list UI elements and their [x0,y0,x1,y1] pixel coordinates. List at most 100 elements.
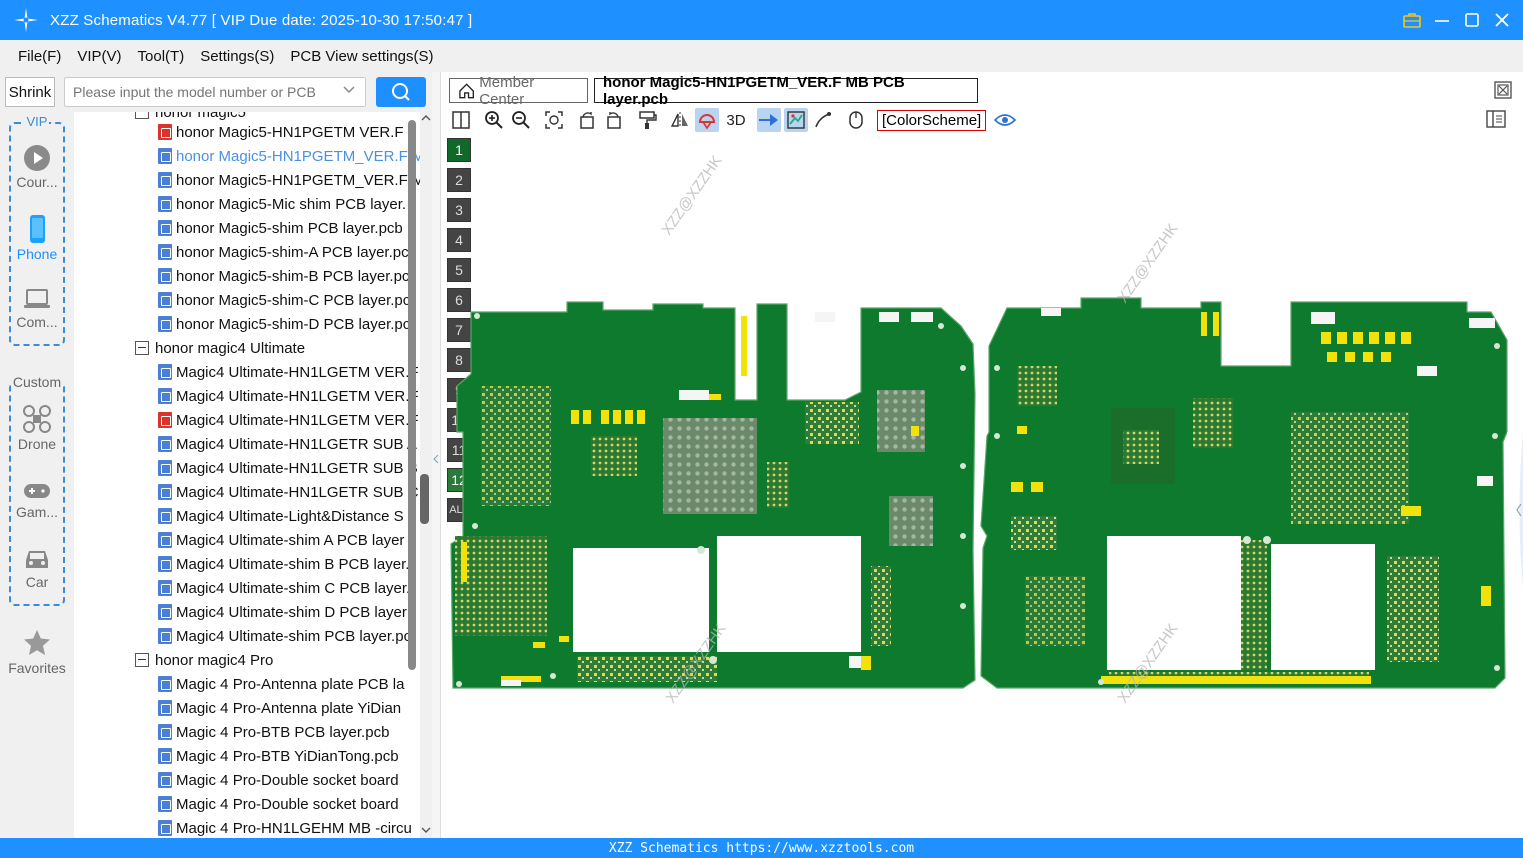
tree-item-pcb[interactable]: Magic4 Ultimate-HN1LGETR SUB A [158,432,417,456]
car-icon [26,551,48,568]
rotate-right-icon[interactable] [602,108,626,132]
search-input[interactable] [65,78,330,106]
category-games[interactable]: Gam... [0,480,74,520]
tree-item-label: honor magic4 Ultimate [155,339,306,357]
tab-active-pcb[interactable]: honor Magic5-HN1PGETM_VER.F MB PCB layer… [594,74,978,108]
tree-item-pcb[interactable]: Magic4 Ultimate-HN1LGETM VER.F [158,384,419,408]
tree-item-pcb[interactable]: honor Magic5-Mic shim PCB layer. [158,192,406,216]
tab-member-center[interactable]: Member Center [449,74,588,108]
menu-vip[interactable]: VIP(V) [77,48,121,65]
tree-item-pcb[interactable]: Magic 4 Pro-BTB PCB layer.pcb [158,720,389,744]
eye-icon[interactable] [993,108,1017,132]
tree-scrollbar-thumb[interactable] [420,474,429,524]
collapse-icon[interactable] [135,653,149,667]
menu-file[interactable]: File(F) [18,48,61,65]
tree-item-pcb[interactable]: Magic4 Ultimate-shim C PCB layer. [158,576,410,600]
title-bar: XZZ Schematics V4.77 [ VIP Due date: 202… [0,0,1523,40]
tree-item-pcb[interactable]: honor Magic5-shim PCB layer.pcb [158,216,403,240]
tree-scrollbar-track[interactable] [420,112,432,838]
category-favorites[interactable]: Favorites [0,628,74,676]
scroll-up-icon[interactable] [421,114,431,122]
tree-item-label: Magic4 Ultimate-shim C PCB layer. [176,579,411,597]
zoom-in-icon[interactable] [482,108,506,132]
maximize-icon[interactable] [1461,9,1483,31]
tree-item-pcb[interactable]: Magic 4 Pro-Double socket board [158,768,399,792]
tree-item-pcb[interactable]: Magic4 Ultimate-shim A PCB layer [158,528,404,552]
search-field[interactable] [64,77,366,107]
paint-brush-icon[interactable] [635,108,659,132]
probe-icon[interactable] [695,108,719,132]
tree-item-pcb[interactable]: Magic4 Ultimate-shim D PCB layer [158,600,407,624]
net-highlight-icon[interactable] [784,108,808,132]
pdf-file-icon [158,412,172,428]
category-courses[interactable]: Cour... [0,144,74,190]
tree-item-pcb[interactable]: Magic4 Ultimate-HN1LGETR SUB B [158,456,418,480]
category-drone[interactable]: Drone [0,404,74,452]
tree-item-pcb[interactable]: Magic 4 Pro-Double socket board [158,792,399,816]
color-scheme-button[interactable]: [ColorScheme] [877,109,987,131]
tree-item-pcb[interactable]: Magic4 Ultimate-HN1LGETR SUB C [158,480,419,504]
mouse-icon[interactable] [844,108,868,132]
pcb-file-icon [158,556,172,572]
collapse-icon[interactable] [135,341,149,355]
tree-inner-scroll-thumb[interactable] [408,120,416,670]
menu-pcb-view-settings[interactable]: PCB View settings(S) [290,48,433,65]
collapse-icon[interactable] [135,112,149,119]
rotate-left-icon[interactable] [575,108,599,132]
tree-item-pcb[interactable]: honor Magic5-shim-C PCB layer.pc [158,288,410,312]
tree-item-pcb[interactable]: Magic 4 Pro-BTB YiDianTong.pcb [158,744,399,768]
tree-item-pcb[interactable]: honor Magic5-shim-D PCB layer.pc [158,312,410,336]
menu-settings[interactable]: Settings(S) [200,48,274,65]
tree-item-pcb[interactable]: honor Magic5-HN1PGETM_VER.F M [158,168,420,192]
side-panel-toggle-icon[interactable] [1485,109,1507,129]
close-tab-icon[interactable] [1493,80,1513,100]
collapse-left-icon[interactable] [433,454,439,464]
tree-item-pcb[interactable]: Magic 4 Pro-Antenna plate YiDian [158,696,401,720]
tree-item-pcb[interactable]: Magic4 Ultimate-Light&Distance S [158,504,404,528]
pcb-file-icon [158,700,172,716]
menu-tool[interactable]: Tool(T) [138,48,185,65]
tree-item-pcb[interactable]: Magic4 Ultimate-shim B PCB layer. [158,552,409,576]
search-button[interactable] [376,77,426,107]
tree-folder[interactable]: honor magic4 Pro [135,648,273,672]
tree-item-label: honor Magic5-shim-B PCB layer.pc [176,267,410,285]
tree-item-pcb[interactable]: honor Magic5-shim-B PCB layer.pc [158,264,409,288]
category-computer[interactable]: Com... [0,286,74,330]
collapse-right-icon[interactable] [1515,420,1523,600]
category-car[interactable]: Car [0,546,74,590]
tree-item-pdf[interactable]: Magic4 Ultimate-HN1LGETM VER.F [158,408,419,432]
tree-item-pcb[interactable]: Magic4 Ultimate-shim PCB layer.pc [158,624,411,648]
minimize-icon[interactable] [1431,9,1453,31]
tree-item-label: Magic 4 Pro-BTB PCB layer.pcb [176,723,390,741]
tree-item-pcb[interactable]: Magic4 Ultimate-HN1LGETM VER.F [158,360,419,384]
tree-item-label: honor Magic5-HN1PGETM VER.F ir [176,123,417,141]
view-3d-button[interactable]: 3D [722,108,750,132]
tree-item-pcb[interactable]: Magic 4 Pro-HN1LGEHM MB -circu [158,816,412,838]
split-view-icon[interactable] [449,108,473,132]
tree-item-pcb[interactable]: honor Magic5-shim-A PCB layer.pc [158,240,409,264]
mirror-icon[interactable] [668,108,692,132]
trace-tool-icon[interactable] [811,108,835,132]
category-phone[interactable]: Phone [0,214,74,262]
vip-group-label: VIP [24,114,50,129]
pcb-file-icon [158,220,172,236]
pcb-file-icon [158,508,172,524]
tree-item-pcb[interactable]: Magic 4 Pro-Antenna plate PCB la [158,672,404,696]
tree-item-pcb[interactable]: honor Magic5-HN1PGETM_VER.F M [158,144,420,168]
zoom-out-icon[interactable] [509,108,533,132]
shrink-button[interactable]: Shrink [5,77,55,107]
vip-bag-icon[interactable] [1401,9,1423,31]
panel-splitter[interactable] [432,72,440,838]
chevron-down-icon[interactable] [343,84,355,98]
pin-line-icon[interactable] [757,108,781,132]
pcb-canvas[interactable]: XZZ@XZZHK XZZ@XZZHK XZZ@XZZHK XZZ@XZZHK [441,136,1523,838]
fit-view-icon[interactable] [542,108,566,132]
play-icon [24,145,50,171]
close-icon[interactable] [1491,9,1513,31]
tree-folder[interactable]: honor magic4 Ultimate [135,336,305,360]
pcb-file-icon [158,460,172,476]
scroll-down-icon[interactable] [421,826,431,834]
tree-item-label: Magic4 Ultimate-HN1LGETR SUB C [176,483,419,501]
pcb-file-icon [158,604,172,620]
tree-item-pdf[interactable]: honor Magic5-HN1PGETM VER.F ir [158,120,416,144]
